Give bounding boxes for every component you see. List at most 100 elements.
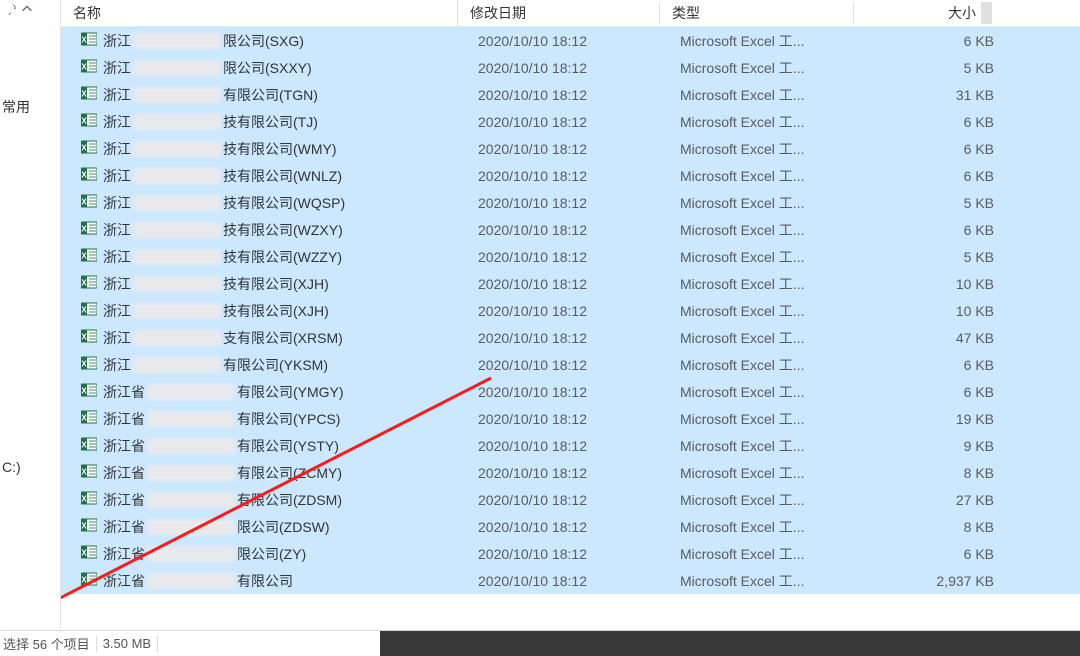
file-row[interactable]: X浙江省有限公司(YPCS)2020/10/10 18:12Microsoft … — [61, 405, 1080, 432]
file-row[interactable]: X浙江技有限公司(XJH)2020/10/10 18:12Microsoft E… — [61, 270, 1080, 297]
redacted-text — [147, 465, 235, 481]
file-row[interactable]: X浙江省限公司(ZDSW)2020/10/10 18:12Microsoft E… — [61, 513, 1080, 540]
file-row[interactable]: X浙江省限公司(ZY)2020/10/10 18:12Microsoft Exc… — [61, 540, 1080, 567]
redacted-text — [133, 222, 221, 238]
column-header-type[interactable]: 类型 — [660, 0, 854, 26]
file-type: Microsoft Excel 工... — [668, 436, 862, 456]
file-row[interactable]: X浙江省有限公司2020/10/10 18:12Microsoft Excel … — [61, 567, 1080, 594]
excel-icon: X — [81, 382, 97, 401]
svg-text:X: X — [81, 522, 87, 531]
file-type: Microsoft Excel 工... — [668, 517, 862, 537]
file-size: 5 KB — [862, 60, 1008, 76]
svg-text:X: X — [81, 468, 87, 477]
redacted-text — [133, 33, 221, 49]
excel-icon: X — [81, 301, 97, 320]
file-row[interactable]: X浙江省有限公司(YMGY)2020/10/10 18:12Microsoft … — [61, 378, 1080, 405]
file-row[interactable]: X浙江技有限公司(WQSP)2020/10/10 18:12Microsoft … — [61, 189, 1080, 216]
file-row[interactable]: X浙江技有限公司(WZXY)2020/10/10 18:12Microsoft … — [61, 216, 1080, 243]
file-row[interactable]: X浙江支有限公司(XRSM)2020/10/10 18:12Microsoft … — [61, 324, 1080, 351]
excel-icon: X — [81, 166, 97, 185]
column-header-size[interactable]: 大小 — [854, 0, 992, 26]
nav-drive-c[interactable]: C:) — [0, 453, 60, 481]
column-header-name[interactable]: 名称 — [61, 0, 458, 26]
status-bar: 选择 56 个项目 3.50 MB — [1, 630, 1080, 656]
file-date: 2020/10/10 18:12 — [466, 33, 668, 49]
file-row[interactable]: X浙江有限公司(TGN)2020/10/10 18:12Microsoft Ex… — [61, 81, 1080, 108]
file-size: 10 KB — [862, 276, 1008, 292]
redacted-text — [133, 114, 221, 130]
svg-text:X: X — [81, 576, 87, 585]
excel-icon: X — [81, 490, 97, 509]
column-header-date[interactable]: 修改日期 — [458, 0, 660, 26]
file-type: Microsoft Excel 工... — [668, 139, 862, 159]
file-name: 浙江有限公司(TGN) — [103, 85, 466, 105]
redacted-text — [133, 357, 221, 373]
excel-icon: X — [81, 139, 97, 158]
column-headers: 名称 修改日期 类型 大小 — [61, 0, 1080, 27]
file-name: 浙江限公司(SXXY) — [103, 58, 466, 78]
status-divider — [96, 636, 97, 652]
file-type: Microsoft Excel 工... — [668, 490, 862, 510]
file-date: 2020/10/10 18:12 — [466, 573, 668, 589]
file-type: Microsoft Excel 工... — [668, 166, 862, 186]
file-name: 浙江有限公司(YKSM) — [103, 355, 466, 375]
file-date: 2020/10/10 18:12 — [466, 411, 668, 427]
file-name: 浙江省有限公司(YMGY) — [103, 382, 466, 402]
excel-icon: X — [81, 328, 97, 347]
excel-icon: X — [81, 274, 97, 293]
nav-top-controls — [0, 0, 60, 21]
file-row[interactable]: X浙江技有限公司(WZZY)2020/10/10 18:12Microsoft … — [61, 243, 1080, 270]
file-size: 5 KB — [862, 249, 1008, 265]
redacted-text — [133, 87, 221, 103]
file-type: Microsoft Excel 工... — [668, 301, 862, 321]
file-type: Microsoft Excel 工... — [668, 112, 862, 132]
excel-icon: X — [81, 544, 97, 563]
nav-favorites[interactable]: 常用 — [0, 91, 60, 123]
excel-icon: X — [81, 31, 97, 50]
redacted-text — [147, 492, 235, 508]
redacted-text — [133, 195, 221, 211]
file-name: 浙江省有限公司(YPCS) — [103, 409, 466, 429]
file-row[interactable]: X浙江省有限公司(ZCMY)2020/10/10 18:12Microsoft … — [61, 459, 1080, 486]
file-type: Microsoft Excel 工... — [668, 58, 862, 78]
redacted-text — [147, 519, 235, 535]
file-size: 6 KB — [862, 546, 1008, 562]
file-type: Microsoft Excel 工... — [668, 193, 862, 213]
navigation-pane[interactable]: 常用 C:) — [0, 0, 61, 656]
file-row[interactable]: X浙江限公司(SXXY)2020/10/10 18:12Microsoft Ex… — [61, 54, 1080, 81]
file-size: 6 KB — [862, 114, 1008, 130]
excel-icon: X — [81, 247, 97, 266]
file-date: 2020/10/10 18:12 — [466, 438, 668, 454]
file-row[interactable]: X浙江技有限公司(WNLZ)2020/10/10 18:12Microsoft … — [61, 162, 1080, 189]
file-row[interactable]: X浙江技有限公司(TJ)2020/10/10 18:12Microsoft Ex… — [61, 108, 1080, 135]
chevron-up-icon[interactable] — [20, 2, 34, 19]
file-date: 2020/10/10 18:12 — [466, 168, 668, 184]
file-row[interactable]: X浙江省有限公司(ZDSM)2020/10/10 18:12Microsoft … — [61, 486, 1080, 513]
redacted-text — [133, 249, 221, 265]
file-size: 6 KB — [862, 384, 1008, 400]
status-dark-region — [380, 631, 1080, 656]
pin-icon[interactable] — [4, 2, 18, 19]
file-name: 浙江限公司(SXG) — [103, 31, 466, 51]
excel-icon: X — [81, 58, 97, 77]
file-row[interactable]: X浙江技有限公司(XJH)2020/10/10 18:12Microsoft E… — [61, 297, 1080, 324]
file-date: 2020/10/10 18:12 — [466, 249, 668, 265]
file-row[interactable]: X浙江技有限公司(WMY)2020/10/10 18:12Microsoft E… — [61, 135, 1080, 162]
file-type: Microsoft Excel 工... — [668, 220, 862, 240]
file-type: Microsoft Excel 工... — [668, 463, 862, 483]
file-row[interactable]: X浙江省有限公司(YSTY)2020/10/10 18:12Microsoft … — [61, 432, 1080, 459]
file-size: 8 KB — [862, 519, 1008, 535]
excel-icon: X — [81, 463, 97, 482]
file-row[interactable]: X浙江限公司(SXG)2020/10/10 18:12Microsoft Exc… — [61, 27, 1080, 54]
file-rows[interactable]: X浙江限公司(SXG)2020/10/10 18:12Microsoft Exc… — [61, 27, 1080, 656]
file-name: 浙江省限公司(ZY) — [103, 544, 466, 564]
excel-icon: X — [81, 193, 97, 212]
file-date: 2020/10/10 18:12 — [466, 141, 668, 157]
file-name: 浙江省有限公司(ZCMY) — [103, 463, 466, 483]
redacted-text — [147, 438, 235, 454]
file-name: 浙江技有限公司(XJH) — [103, 274, 466, 294]
redacted-text — [133, 276, 221, 292]
file-row[interactable]: X浙江有限公司(YKSM)2020/10/10 18:12Microsoft E… — [61, 351, 1080, 378]
file-date: 2020/10/10 18:12 — [466, 276, 668, 292]
file-date: 2020/10/10 18:12 — [466, 114, 668, 130]
